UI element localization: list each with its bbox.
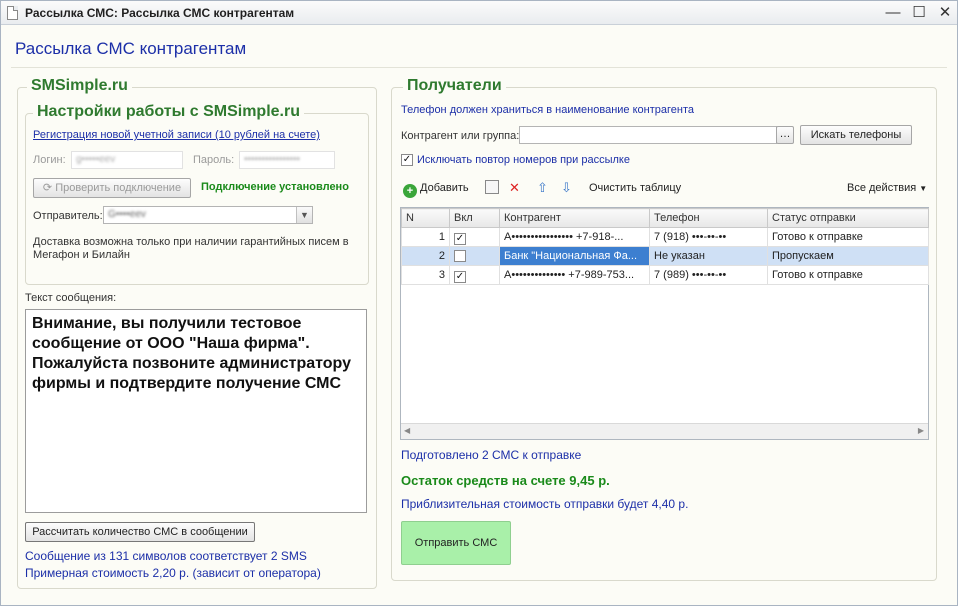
row-status: Готово к отправке bbox=[767, 227, 929, 247]
arrow-up-icon: ⇧ bbox=[537, 180, 548, 195]
calc-sms-button[interactable]: Рассчитать количество СМС в сообщении bbox=[25, 522, 255, 542]
chevron-down-icon: ▼ bbox=[919, 184, 928, 193]
close-icon[interactable]: ✕ bbox=[934, 3, 956, 23]
delivery-note: Доставка возможна только при наличии гар… bbox=[33, 236, 349, 261]
contractor-input[interactable] bbox=[519, 126, 777, 144]
sms-info: Сообщение из 131 символов соответствует … bbox=[25, 549, 307, 563]
recipients-group-title: Получатели bbox=[403, 77, 506, 95]
row-number: 2 bbox=[401, 246, 450, 266]
recipients-table: N Вкл Контрагент Телефон Статус отправки… bbox=[401, 208, 929, 285]
sender-label: Отправитель: bbox=[33, 210, 103, 222]
register-link[interactable]: Регистрация новой учетной записи (10 руб… bbox=[33, 129, 320, 141]
app-window: Рассылка СМС: Рассылка СМС контрагентам … bbox=[0, 0, 958, 606]
arrow-down-icon: ⇩ bbox=[561, 180, 572, 195]
password-field[interactable]: •••••••••••••••• bbox=[239, 151, 335, 169]
clear-table-button[interactable]: Очистить таблицу bbox=[589, 179, 681, 197]
copy-row-button[interactable] bbox=[485, 179, 502, 197]
table-header-row: N Вкл Контрагент Телефон Статус отправки bbox=[401, 208, 929, 228]
maximize-icon[interactable]: ☐ bbox=[908, 3, 930, 23]
exclude-duplicates-label: Исключать повтор номеров при рассылке bbox=[417, 154, 630, 166]
approx-cost-info: Приблизительная стоимость отправки будет… bbox=[401, 497, 689, 511]
connection-status: Подключение установлено bbox=[201, 181, 349, 193]
column-header[interactable]: Контрагент bbox=[499, 208, 650, 228]
row-contractor[interactable]: А•••••••••••••• +7-989-753... bbox=[499, 265, 650, 285]
row-contractor[interactable]: А•••••••••••••••• +7-918-... bbox=[499, 227, 650, 247]
row-phone[interactable]: 7 (918) •••-••-•• bbox=[649, 227, 768, 247]
column-header[interactable]: Статус отправки bbox=[767, 208, 929, 228]
exclude-duplicates-checkbox[interactable]: ✓ bbox=[401, 154, 413, 166]
row-number: 3 bbox=[401, 265, 450, 285]
chevron-down-icon[interactable]: ▼ bbox=[296, 207, 312, 223]
row-enabled-cell[interactable] bbox=[449, 246, 500, 266]
move-down-button[interactable]: ⇩ bbox=[561, 179, 572, 197]
row-enabled-cell[interactable]: ✓ bbox=[449, 227, 500, 247]
column-header[interactable]: Телефон bbox=[649, 208, 768, 228]
row-enabled-checkbox[interactable]: ✓ bbox=[454, 232, 466, 245]
select-contractor-button[interactable]: … bbox=[776, 126, 794, 144]
minimize-icon[interactable]: — bbox=[882, 3, 904, 23]
sender-select[interactable]: G••••eev ▼ bbox=[103, 206, 313, 224]
table-row[interactable]: 2 Банк "Национальная Фа... Не указан Про… bbox=[401, 246, 929, 266]
login-label: Логин: bbox=[33, 154, 66, 166]
column-header[interactable]: N bbox=[401, 208, 450, 228]
message-textarea[interactable]: Внимание, вы получили тестовое сообщение… bbox=[25, 309, 367, 513]
message-label: Текст сообщения: bbox=[25, 292, 117, 304]
row-enabled-cell[interactable]: ✓ bbox=[449, 265, 500, 285]
delete-icon: ✕ bbox=[509, 180, 520, 195]
header-divider bbox=[11, 67, 947, 68]
phone-hint: Телефон должен храниться в наименование … bbox=[401, 104, 694, 116]
contractor-label: Контрагент или группа: bbox=[401, 130, 520, 142]
cost-info: Примерная стоимость 2,20 р. (зависит от … bbox=[25, 566, 321, 580]
send-sms-button[interactable]: Отправить СМС bbox=[401, 521, 511, 565]
scroll-left-icon[interactable]: ◀ bbox=[404, 426, 410, 435]
all-actions-menu[interactable]: Все действия ▼ bbox=[847, 179, 927, 197]
row-contractor[interactable]: Банк "Национальная Фа... bbox=[499, 246, 650, 266]
row-status: Пропускаем bbox=[767, 246, 929, 266]
balance-info: Остаток средств на счете 9,45 р. bbox=[401, 473, 610, 488]
scroll-right-icon[interactable]: ▶ bbox=[918, 426, 924, 435]
window-title: Рассылка СМС: Рассылка СМС контрагентам bbox=[25, 6, 295, 20]
table-row[interactable]: 1 ✓ А•••••••••••••••• +7-918-... 7 (918)… bbox=[401, 227, 929, 247]
document-icon bbox=[7, 6, 18, 20]
row-enabled-checkbox[interactable] bbox=[454, 249, 466, 262]
move-up-button[interactable]: ⇧ bbox=[537, 179, 548, 197]
delete-row-button[interactable]: ✕ bbox=[509, 179, 520, 197]
title-bar: Рассылка СМС: Рассылка СМС контрагентам … bbox=[1, 1, 957, 25]
add-icon: + bbox=[403, 184, 417, 198]
check-connection-button[interactable]: ⟳ Проверить подключение bbox=[33, 178, 191, 198]
row-enabled-checkbox[interactable]: ✓ bbox=[454, 270, 466, 283]
login-field[interactable]: g•••••eev bbox=[71, 151, 183, 169]
row-phone[interactable]: 7 (989) •••-••-•• bbox=[649, 265, 768, 285]
table-row[interactable]: 3 ✓ А•••••••••••••• +7-989-753... 7 (989… bbox=[401, 265, 929, 285]
password-label: Пароль: bbox=[193, 154, 235, 166]
add-button[interactable]: + Добавить bbox=[403, 179, 469, 198]
column-header[interactable]: Вкл bbox=[449, 208, 500, 228]
row-number: 1 bbox=[401, 227, 450, 247]
smsimple-group-title: SMSimple.ru bbox=[27, 77, 132, 95]
horizontal-scrollbar[interactable]: ◀ ▶ bbox=[401, 423, 928, 439]
row-phone[interactable]: Не указан bbox=[649, 246, 768, 266]
copy-icon bbox=[485, 180, 499, 194]
refresh-icon: ⟳ bbox=[42, 182, 53, 194]
row-status: Готово к отправке bbox=[767, 265, 929, 285]
settings-group-title: Настройки работы с SMSimple.ru bbox=[33, 103, 304, 121]
prepared-info: Подготовлено 2 СМС к отправке bbox=[401, 448, 582, 462]
search-phones-button[interactable]: Искать телефоны bbox=[800, 125, 912, 145]
page-title: Рассылка СМС контрагентам bbox=[15, 39, 247, 58]
